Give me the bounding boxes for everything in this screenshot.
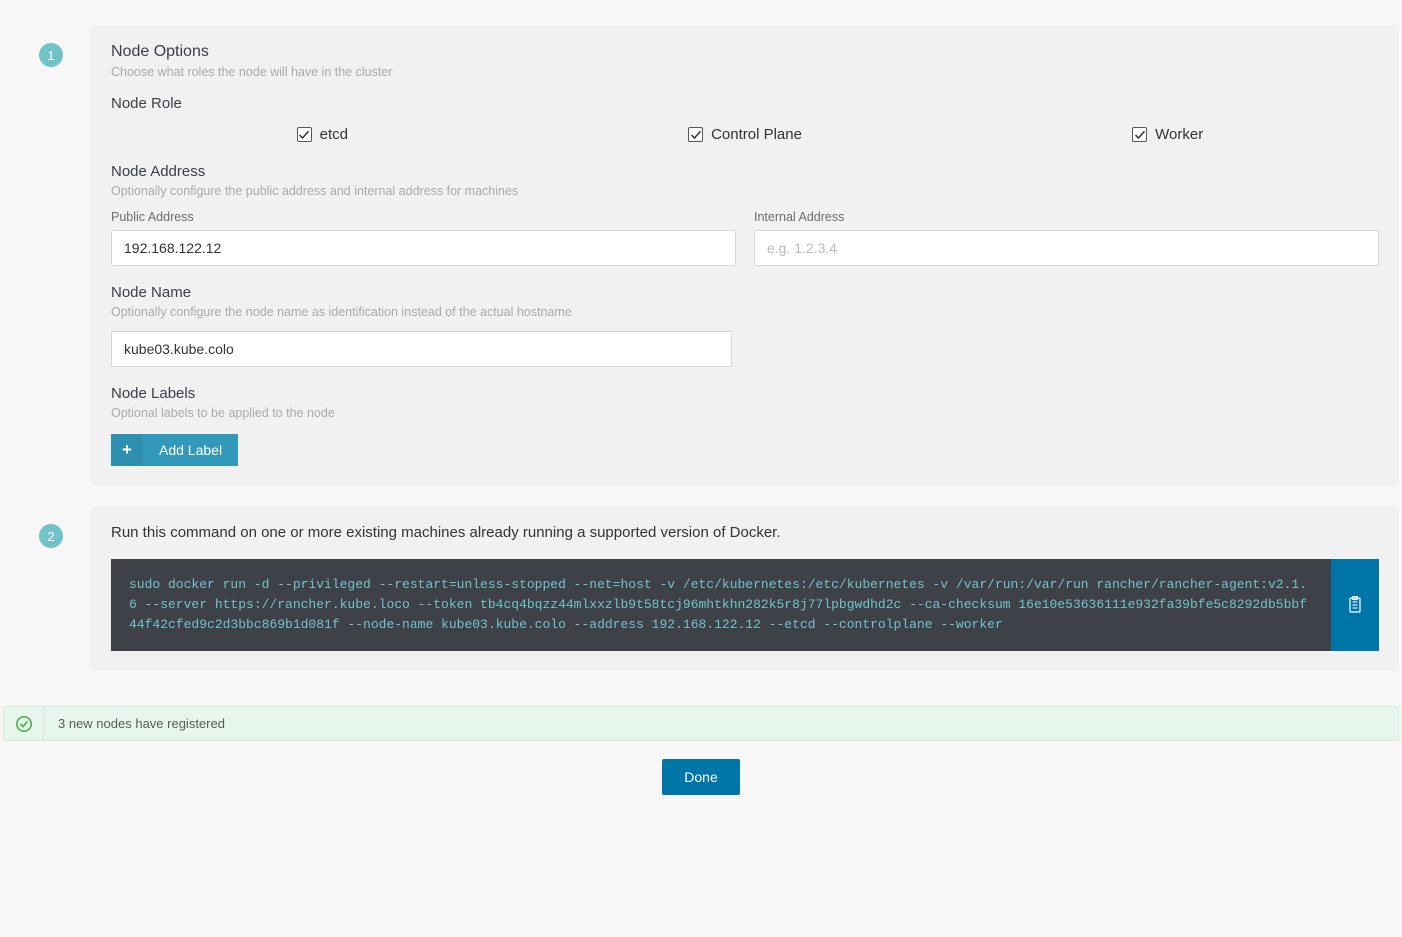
- check-icon: [690, 129, 702, 141]
- alert-message: 3 new nodes have registered: [44, 707, 239, 740]
- node-labels-title: Node Labels: [111, 385, 1379, 402]
- copy-button[interactable]: [1331, 559, 1379, 651]
- check-icon: [1134, 129, 1146, 141]
- clipboard-icon: [1347, 596, 1363, 614]
- internal-address-input[interactable]: [754, 230, 1379, 266]
- node-address-title: Node Address: [111, 163, 1379, 180]
- node-name-subtitle: Optionally configure the node name as id…: [111, 305, 1379, 319]
- check-icon: [298, 129, 310, 141]
- role-etcd: etcd: [111, 126, 534, 143]
- node-name-input[interactable]: [111, 331, 732, 367]
- checkbox-worker[interactable]: [1132, 127, 1147, 142]
- success-icon: [4, 707, 44, 740]
- done-button[interactable]: Done: [662, 759, 739, 795]
- success-alert: 3 new nodes have registered: [3, 706, 1399, 741]
- step-badge-1: 1: [39, 43, 63, 67]
- command-panel: 2 Run this command on one or more existi…: [91, 506, 1399, 671]
- step-badge-2: 2: [39, 524, 63, 548]
- role-label: etcd: [320, 126, 348, 143]
- node-role-title: Node Role: [111, 95, 1379, 112]
- public-address-input[interactable]: [111, 230, 736, 266]
- add-label-text: Add Label: [143, 434, 238, 466]
- checkbox-etcd[interactable]: [297, 127, 312, 142]
- checkbox-control-plane[interactable]: [688, 127, 703, 142]
- add-label-button[interactable]: + Add Label: [111, 434, 238, 466]
- node-labels-subtitle: Optional labels to be applied to the nod…: [111, 406, 1379, 420]
- role-label: Control Plane: [711, 126, 802, 143]
- role-worker: Worker: [956, 126, 1379, 143]
- node-role-row: etcd Control Plane Worker: [111, 126, 1379, 143]
- node-address-subtitle: Optionally configure the public address …: [111, 184, 1379, 198]
- command-code: sudo docker run -d --privileged --restar…: [111, 559, 1331, 651]
- node-name-title: Node Name: [111, 284, 1379, 301]
- run-command-text: Run this command on one or more existing…: [111, 524, 1379, 541]
- plus-icon: +: [111, 434, 143, 466]
- internal-address-label: Internal Address: [754, 210, 1379, 224]
- panel-subtitle: Choose what roles the node will have in …: [111, 65, 1379, 79]
- public-address-label: Public Address: [111, 210, 736, 224]
- node-options-panel: 1 Node Options Choose what roles the nod…: [91, 25, 1399, 486]
- panel-title: Node Options: [111, 43, 1379, 61]
- role-label: Worker: [1155, 126, 1203, 143]
- role-control-plane: Control Plane: [534, 126, 957, 143]
